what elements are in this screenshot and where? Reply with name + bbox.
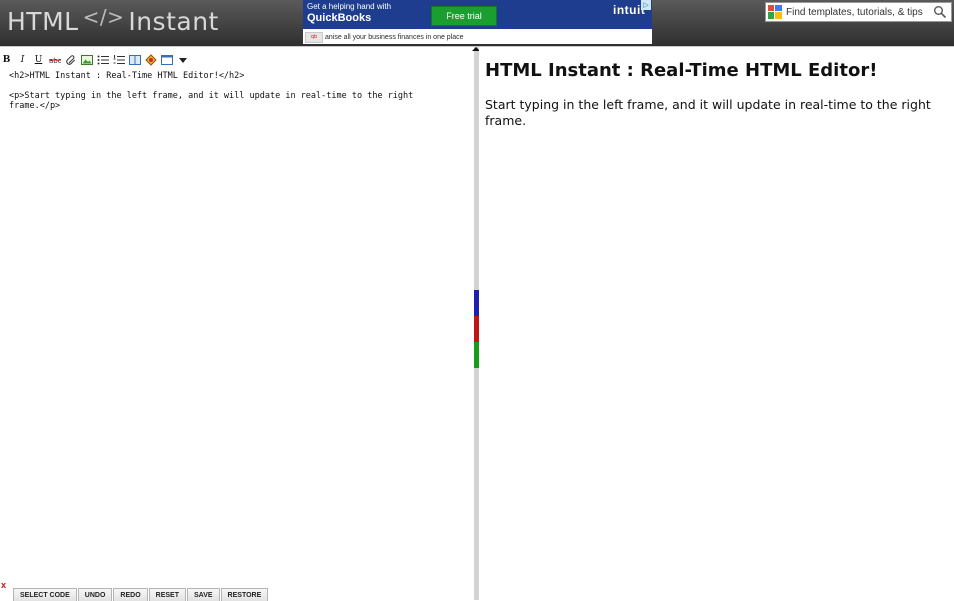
code-editor-textarea[interactable]: <h2>HTML Instant : Real-Time HTML Editor… (9, 71, 461, 581)
ad-product-thumbnail-icon: qb (305, 32, 323, 43)
ad-choices-icon[interactable]: ▷ (641, 0, 651, 10)
underline-button[interactable]: U (32, 54, 45, 67)
search-input[interactable] (786, 4, 931, 20)
formatting-toolbar: B I U abc (0, 53, 192, 67)
logo-text-instant: Instant (128, 6, 219, 36)
redo-button[interactable]: REDO (113, 588, 148, 601)
ad-top-band: Get a helping hand with QuickBooks Free … (303, 0, 652, 29)
logo-tag-icon: </> (82, 5, 125, 29)
strikethrough-button[interactable]: abc (48, 54, 61, 67)
logo-text-html: HTML (7, 6, 79, 36)
editor-pane: B I U abc <h2>HTML Instant: Real-Time H… (0, 47, 474, 600)
book-icon (128, 55, 141, 65)
preview-pane: HTML Instant : Real-Time HTML Editor! St… (479, 47, 954, 600)
color-button[interactable] (144, 54, 157, 67)
header-bar: HTML </> Instant Get a helping hand with… (0, 0, 954, 47)
preview-paragraph: Start typing in the left frame, and it w… (485, 97, 931, 128)
ad-headline: Get a helping hand with (307, 2, 392, 11)
save-button[interactable]: SAVE (187, 588, 220, 601)
table-button[interactable] (128, 54, 141, 67)
app-logo[interactable]: HTML </> Instant (7, 4, 219, 38)
paperclip-icon (65, 55, 75, 65)
search-box[interactable] (765, 2, 952, 22)
preview-button[interactable] (160, 54, 173, 67)
ordered-list-button[interactable] (112, 54, 125, 67)
close-button[interactable]: x (1, 581, 6, 590)
strikethrough-icon: abc (48, 57, 61, 65)
undo-button[interactable]: UNDO (77, 588, 113, 601)
chevron-down-icon (178, 58, 187, 63)
link-button[interactable] (64, 54, 77, 67)
ad-strapline: anise all your business finances in one … (325, 34, 464, 41)
image-button[interactable] (80, 54, 93, 67)
restore-button[interactable]: RESTORE (220, 588, 269, 601)
image-icon (80, 55, 93, 65)
svg-text:abc: abc (49, 57, 61, 65)
action-button-bar: SELECT CODE UNDO REDO RESET SAVE RESTORE (13, 588, 269, 601)
unordered-list-button[interactable] (96, 54, 109, 67)
ad-cta-button[interactable]: Free trial (431, 6, 497, 26)
bullet-list-icon (97, 55, 109, 65)
search-icon[interactable] (933, 5, 947, 19)
ad-bottom-strip: qb anise all your business finances in o… (303, 31, 652, 44)
ad-product: QuickBooks (307, 12, 372, 24)
italic-button[interactable]: I (16, 54, 29, 67)
bold-button[interactable]: B (0, 54, 13, 67)
google-logo-icon (768, 5, 782, 19)
window-icon (160, 55, 173, 65)
reset-button[interactable]: RESET (148, 588, 186, 601)
select-code-button[interactable]: SELECT CODE (13, 588, 77, 601)
ad-banner[interactable]: Get a helping hand with QuickBooks Free … (303, 0, 652, 44)
more-button[interactable] (176, 54, 189, 67)
preview-heading: HTML Instant : Real-Time HTML Editor! (485, 60, 878, 81)
palette-icon (144, 54, 157, 66)
numbered-list-icon (113, 55, 125, 64)
